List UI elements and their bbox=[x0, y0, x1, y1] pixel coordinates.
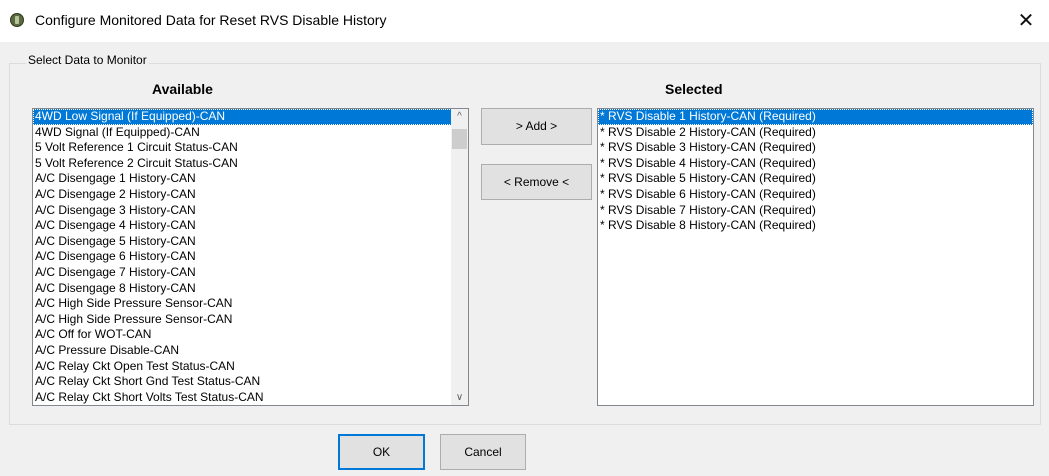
available-listbox[interactable]: 4WD Low Signal (If Equipped)-CAN 4WD Sign… bbox=[32, 108, 469, 406]
list-item[interactable]: 4WD Signal (If Equipped)-CAN bbox=[33, 125, 468, 141]
list-item[interactable]: * RVS Disable 7 History-CAN (Required) bbox=[598, 203, 1033, 219]
list-item[interactable]: A/C Off for WOT-CAN bbox=[33, 327, 468, 343]
list-item[interactable]: A/C High Side Pressure Sensor-CAN bbox=[33, 296, 468, 312]
list-item[interactable]: * RVS Disable 4 History-CAN (Required) bbox=[598, 156, 1033, 172]
scroll-thumb[interactable] bbox=[452, 129, 467, 149]
list-item[interactable]: A/C Disengage 4 History-CAN bbox=[33, 218, 468, 234]
remove-button[interactable]: < Remove < bbox=[481, 164, 592, 200]
list-item[interactable]: A/C Relay Ckt Short Volts Test Status-CA… bbox=[33, 390, 468, 405]
chevron-up-icon[interactable]: ^ bbox=[451, 111, 468, 122]
group-label: Select Data to Monitor bbox=[26, 53, 149, 67]
chevron-down-icon[interactable]: ∨ bbox=[451, 392, 468, 403]
list-item[interactable]: A/C Disengage 7 History-CAN bbox=[33, 265, 468, 281]
list-item[interactable]: * RVS Disable 3 History-CAN (Required) bbox=[598, 140, 1033, 156]
available-heading: Available bbox=[152, 81, 213, 97]
list-item[interactable]: 5 Volt Reference 2 Circuit Status-CAN bbox=[33, 156, 468, 172]
list-item[interactable]: A/C Disengage 5 History-CAN bbox=[33, 234, 468, 250]
list-item[interactable]: A/C Disengage 8 History-CAN bbox=[33, 281, 468, 297]
ok-button[interactable]: OK bbox=[338, 434, 425, 470]
title-bar: Configure Monitored Data for Reset RVS D… bbox=[0, 0, 1049, 42]
list-item[interactable]: A/C Disengage 1 History-CAN bbox=[33, 171, 468, 187]
window-title: Configure Monitored Data for Reset RVS D… bbox=[35, 12, 387, 28]
app-logo-icon bbox=[10, 13, 24, 27]
selected-listbox[interactable]: * RVS Disable 1 History-CAN (Required) * … bbox=[597, 108, 1034, 406]
list-item[interactable]: A/C High Side Pressure Sensor-CAN bbox=[33, 312, 468, 328]
list-item[interactable]: * RVS Disable 2 History-CAN (Required) bbox=[598, 125, 1033, 141]
close-icon[interactable]: ✕ bbox=[1003, 0, 1049, 42]
list-item[interactable]: A/C Relay Ckt Short Gnd Test Status-CAN bbox=[33, 374, 468, 390]
list-item[interactable]: A/C Disengage 6 History-CAN bbox=[33, 249, 468, 265]
list-item[interactable]: * RVS Disable 5 History-CAN (Required) bbox=[598, 171, 1033, 187]
list-item[interactable]: A/C Disengage 3 History-CAN bbox=[33, 203, 468, 219]
list-item[interactable]: A/C Disengage 2 History-CAN bbox=[33, 187, 468, 203]
list-item[interactable]: * RVS Disable 1 History-CAN (Required) bbox=[598, 109, 1033, 125]
list-item[interactable]: 4WD Low Signal (If Equipped)-CAN bbox=[33, 109, 468, 125]
list-item[interactable]: A/C Pressure Disable-CAN bbox=[33, 343, 468, 359]
list-item[interactable]: 5 Volt Reference 1 Circuit Status-CAN bbox=[33, 140, 468, 156]
list-item[interactable]: * RVS Disable 8 History-CAN (Required) bbox=[598, 218, 1033, 234]
list-item[interactable]: A/C Relay Ckt Open Test Status-CAN bbox=[33, 359, 468, 375]
available-scrollbar[interactable]: ^ ∨ bbox=[451, 109, 468, 405]
add-button[interactable]: > Add > bbox=[481, 108, 592, 145]
cancel-button[interactable]: Cancel bbox=[440, 434, 526, 470]
list-item[interactable]: * RVS Disable 6 History-CAN (Required) bbox=[598, 187, 1033, 203]
selected-heading: Selected bbox=[665, 81, 723, 97]
